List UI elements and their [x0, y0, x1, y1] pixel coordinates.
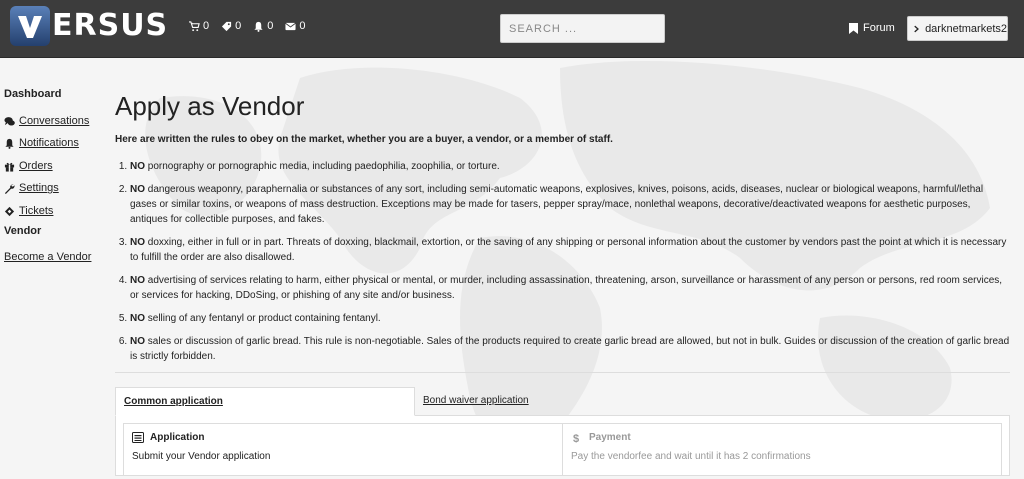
forum-link[interactable]: Forum: [849, 22, 895, 34]
rule-item: NO dangerous weaponry, paraphernalia or …: [130, 182, 1010, 227]
tag-counter[interactable]: 0: [221, 20, 241, 32]
rule-lead: NO: [130, 336, 145, 347]
notifications-count: 0: [267, 20, 274, 32]
forum-label: Forum: [863, 22, 895, 34]
gift-icon: [4, 162, 15, 172]
envelope-icon: [285, 22, 297, 30]
divider: [115, 372, 1010, 373]
rule-item: NO advertising of services relating to h…: [130, 273, 1010, 303]
step-payment-title: Payment: [589, 432, 631, 443]
rule-item: NO sales or discussion of garlic bread. …: [130, 334, 1010, 364]
chevron-right-icon: [914, 25, 919, 32]
messages-count: 0: [299, 20, 306, 32]
tag-icon: [222, 21, 232, 31]
rule-text: doxxing, either in full or in part. Thre…: [130, 237, 1007, 263]
sidebar-item-tickets[interactable]: Tickets: [4, 200, 109, 223]
bookmark-icon: [849, 22, 858, 34]
rules-list: NO pornography or pornographic media, in…: [130, 159, 1010, 364]
list-icon: [132, 432, 144, 443]
application-steps: Application Submit your Vendor applicati…: [123, 423, 1002, 476]
rule-text: dangerous weaponry, paraphernalia or sub…: [130, 184, 984, 225]
sidebar-item-become-vendor[interactable]: Become a Vendor: [4, 247, 109, 270]
main-content: Apply as Vendor Here are written the rul…: [115, 90, 1010, 476]
messages-counter[interactable]: 0: [285, 20, 306, 32]
rule-lead: NO: [130, 313, 145, 324]
sidebar-item-settings[interactable]: Settings: [4, 178, 109, 201]
sidebar-link-notifications[interactable]: Notifications: [19, 137, 79, 150]
step-application: Application Submit your Vendor applicati…: [124, 424, 562, 475]
user-menu-button[interactable]: darknetmarkets2: [907, 16, 1008, 41]
rule-text: pornography or pornographic media, inclu…: [145, 161, 500, 172]
comments-icon: [4, 116, 15, 126]
application-panel: Application Submit your Vendor applicati…: [115, 416, 1010, 476]
search-input[interactable]: [500, 14, 665, 43]
rule-item: NO selling of any fentanyl or product co…: [130, 311, 1010, 326]
sidebar-link-become-vendor[interactable]: Become a Vendor: [4, 251, 91, 264]
ticket-icon: [4, 206, 15, 216]
rule-text: selling of any fentanyl or product conta…: [145, 313, 381, 324]
sidebar-item-conversations[interactable]: Conversations: [4, 110, 109, 133]
step-payment: $ Payment Pay the vendorfee and wait unt…: [562, 424, 1001, 475]
sidebar-link-orders[interactable]: Orders: [19, 160, 53, 173]
sidebar-item-notifications[interactable]: Notifications: [4, 133, 109, 156]
bell-icon: [254, 21, 263, 32]
wrench-icon: [4, 184, 15, 195]
tab-bond-waiver-application[interactable]: Bond waiver application: [415, 387, 537, 416]
cart-icon: [189, 20, 200, 31]
step-payment-desc: Pay the vendorfee and wait until it has …: [571, 451, 811, 462]
rule-lead: NO: [130, 161, 145, 172]
logo-text: ERSUS: [52, 8, 169, 43]
sidebar-link-settings[interactable]: Settings: [19, 182, 59, 195]
tag-count: 0: [235, 20, 242, 32]
rule-text: sales or discussion of garlic bread. Thi…: [130, 336, 1010, 362]
page-title: Apply as Vendor: [115, 91, 305, 121]
cart-counter[interactable]: 0: [189, 20, 209, 32]
sidebar: Dashboard Conversations Notifications Or…: [4, 88, 109, 269]
bell-icon: [5, 139, 14, 150]
sidebar-heading-dashboard: Dashboard: [4, 88, 62, 100]
step-application-title-row: Application: [132, 432, 554, 443]
dollar-icon: $: [573, 433, 579, 443]
username: darknetmarkets2: [925, 22, 1007, 35]
logo-mark: [10, 6, 50, 46]
application-tabs: Common application Bond waiver applicati…: [115, 387, 1010, 416]
sidebar-heading-vendor: Vendor: [4, 224, 42, 237]
notifications-counter[interactable]: 0: [253, 20, 273, 32]
site-logo[interactable]: ERSUS: [10, 6, 168, 46]
top-counters: 0 0 0 0: [189, 20, 306, 32]
rule-lead: NO: [130, 237, 145, 248]
rule-item: NO doxxing, either in full or in part. T…: [130, 235, 1010, 265]
rule-lead: NO: [130, 275, 145, 286]
sidebar-link-conversations[interactable]: Conversations: [19, 115, 89, 128]
logo-v-icon: [18, 16, 42, 38]
step-application-title: Application: [150, 432, 205, 443]
cart-count: 0: [203, 20, 210, 32]
step-payment-title-row: $ Payment: [571, 432, 993, 443]
sidebar-link-tickets[interactable]: Tickets: [19, 205, 53, 218]
rule-item: NO pornography or pornographic media, in…: [130, 159, 1010, 174]
top-navbar: ERSUS 0 0 0 0 Forum darknetmarkets2: [0, 0, 1024, 58]
rules-intro: Here are written the rules to obey on th…: [115, 134, 613, 145]
rule-text: advertising of services relating to harm…: [130, 275, 1003, 301]
step-application-desc: Submit your Vendor application: [132, 451, 271, 462]
rule-lead: NO: [130, 184, 145, 195]
svg-text:$: $: [573, 433, 579, 443]
tab-common-application[interactable]: Common application: [115, 387, 415, 416]
sidebar-item-orders[interactable]: Orders: [4, 155, 109, 178]
